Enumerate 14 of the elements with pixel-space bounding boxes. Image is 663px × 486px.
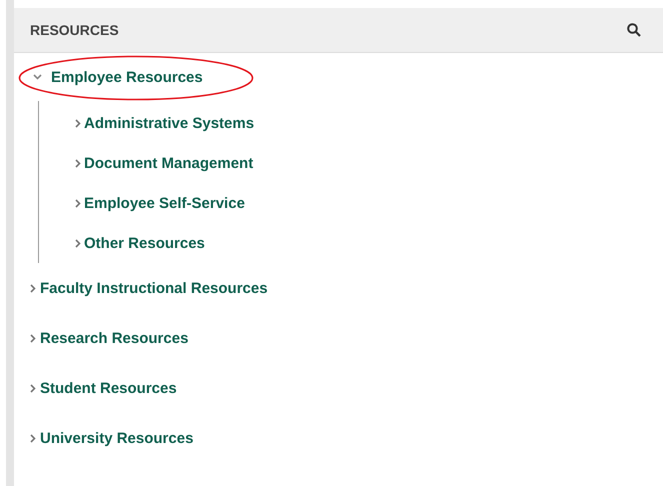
tree-item[interactable]: Administrative Systems: [84, 114, 254, 132]
chevron-right-icon: [75, 198, 81, 208]
search-icon[interactable]: [627, 23, 641, 37]
tree-item[interactable]: Research Resources: [40, 330, 188, 346]
tree-item[interactable]: Other Resources: [84, 234, 205, 252]
chevron-right-icon: [75, 158, 81, 168]
tree-item[interactable]: Faculty Instructional Resources: [40, 280, 268, 296]
tree-item[interactable]: Employee Self-Service: [84, 194, 245, 212]
panel-title: RESOURCES: [30, 22, 119, 38]
chevron-right-icon: [75, 238, 81, 248]
tree-item[interactable]: Student Resources: [40, 380, 177, 396]
tree-item[interactable]: University Resources: [40, 430, 194, 446]
chevron-right-icon: [75, 118, 81, 128]
tree-item[interactable]: Document Management: [84, 154, 254, 172]
